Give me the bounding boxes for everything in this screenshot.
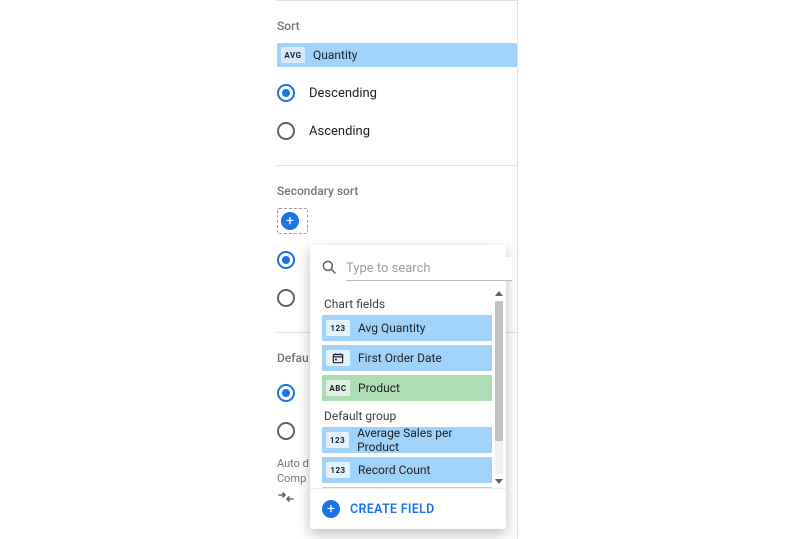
radio-label: Descending [309,86,377,101]
plus-icon: + [322,500,340,518]
scroll-down-icon [495,479,503,484]
section-title-secondary-sort: Secondary sort [277,166,517,208]
section-title-sort: Sort [277,1,517,43]
field-list-scrollpane: Chart fields Avg Quantity First Order Da… [310,287,506,488]
field-option-label: Record Count [358,463,430,477]
create-field-button[interactable]: + CREATE FIELD [310,488,506,529]
field-option-avg-sales[interactable]: Average Sales per Product [322,427,492,453]
search-row [310,245,506,287]
field-option-label: First Order Date [358,351,442,365]
scrollbar[interactable] [494,291,504,484]
number-icon [326,462,350,478]
radio-icon [277,422,295,440]
avg-icon [281,47,305,63]
field-option-avg-quantity[interactable]: Avg Quantity [322,315,492,341]
field-option-product[interactable]: Product [322,375,492,401]
add-secondary-sort[interactable]: + [277,208,308,234]
sort-ascending-option[interactable]: Ascending [277,119,517,143]
scroll-up-icon [495,291,503,296]
field-option-record-count[interactable]: Record Count [322,457,492,483]
number-icon [326,320,350,336]
group-label-default-group: Default group [322,405,492,427]
radio-icon [277,384,295,402]
radio-icon [277,289,295,307]
search-input[interactable] [346,257,512,281]
scroll-thumb[interactable] [495,301,503,441]
sort-descending-option[interactable]: Descending [277,81,517,105]
group-label-chart-fields: Chart fields [322,293,492,315]
plus-icon: + [281,212,299,230]
sort-field-chip[interactable]: Quantity [277,43,517,67]
field-option-label: Avg Quantity [358,321,425,335]
calendar-icon [326,350,350,366]
radio-icon [277,84,295,102]
sort-field-label: Quantity [313,48,357,62]
field-option-first-order-date[interactable]: First Order Date [322,345,492,371]
field-option-profit[interactable]: Profit [322,487,492,488]
radio-label: Ascending [309,124,370,139]
field-option-label: Average Sales per Product [357,426,492,454]
search-icon [320,258,338,280]
field-picker-popup: Chart fields Avg Quantity First Order Da… [310,245,506,529]
radio-icon [277,251,295,269]
text-icon [326,380,350,396]
number-icon [326,432,349,448]
create-field-label: CREATE FIELD [350,502,435,517]
radio-icon [277,122,295,140]
field-option-label: Product [358,381,400,395]
